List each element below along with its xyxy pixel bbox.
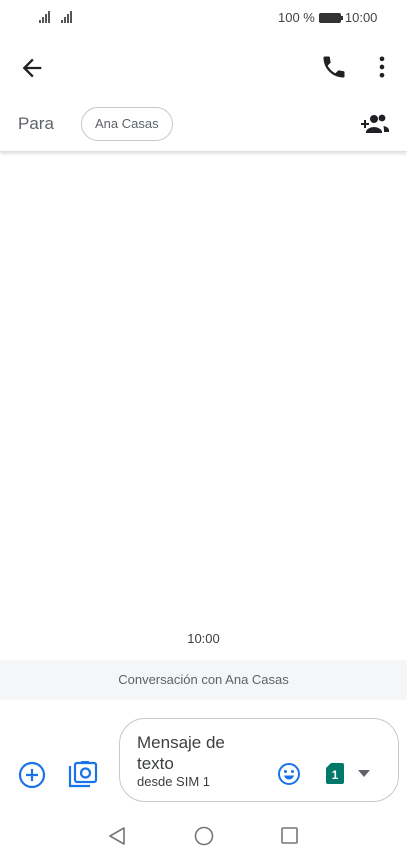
add-person-icon[interactable] [360, 112, 390, 136]
signal-icon [61, 11, 72, 23]
clock: 10:00 [344, 10, 378, 25]
sim-card-icon[interactable]: 1 [326, 763, 344, 784]
recipient-row: Para Ana Casas [0, 98, 407, 152]
message-timestamp: 10:00 [187, 631, 220, 646]
nav-home-icon[interactable] [194, 826, 214, 846]
nav-back-icon[interactable] [108, 826, 126, 846]
battery-percent: 100 % [278, 10, 315, 25]
conversation-info: Conversación con Ana Casas [0, 660, 407, 700]
sim-subtitle: desde SIM 1 [137, 774, 210, 789]
more-vert-icon[interactable] [368, 53, 396, 81]
message-placeholder: Mensaje de texto [137, 733, 225, 773]
to-label: Para [18, 114, 54, 133]
gallery-camera-icon[interactable] [67, 758, 99, 790]
chevron-down-icon[interactable] [358, 770, 370, 777]
emoji-icon[interactable] [277, 762, 301, 786]
message-input[interactable]: Mensaje de texto desde SIM 1 1 [119, 718, 399, 802]
phone-icon[interactable] [320, 53, 348, 81]
system-nav-bar [0, 812, 407, 860]
compose-bar: Mensaje de texto desde SIM 1 1 [0, 700, 407, 810]
add-circle-icon[interactable] [17, 760, 47, 790]
signal-icon [39, 11, 50, 23]
sim-number: 1 [332, 768, 339, 782]
status-bar: 100 % 10:00 [0, 0, 407, 34]
battery-icon [318, 12, 343, 23]
recipient-chip[interactable]: Ana Casas [81, 107, 173, 141]
arrow-back-icon[interactable] [18, 54, 46, 82]
conversation-area: 10:00 [0, 153, 407, 660]
nav-recents-icon[interactable] [281, 827, 298, 844]
status-right: 100 % 10:00 [278, 10, 377, 25]
app-bar [0, 34, 407, 98]
